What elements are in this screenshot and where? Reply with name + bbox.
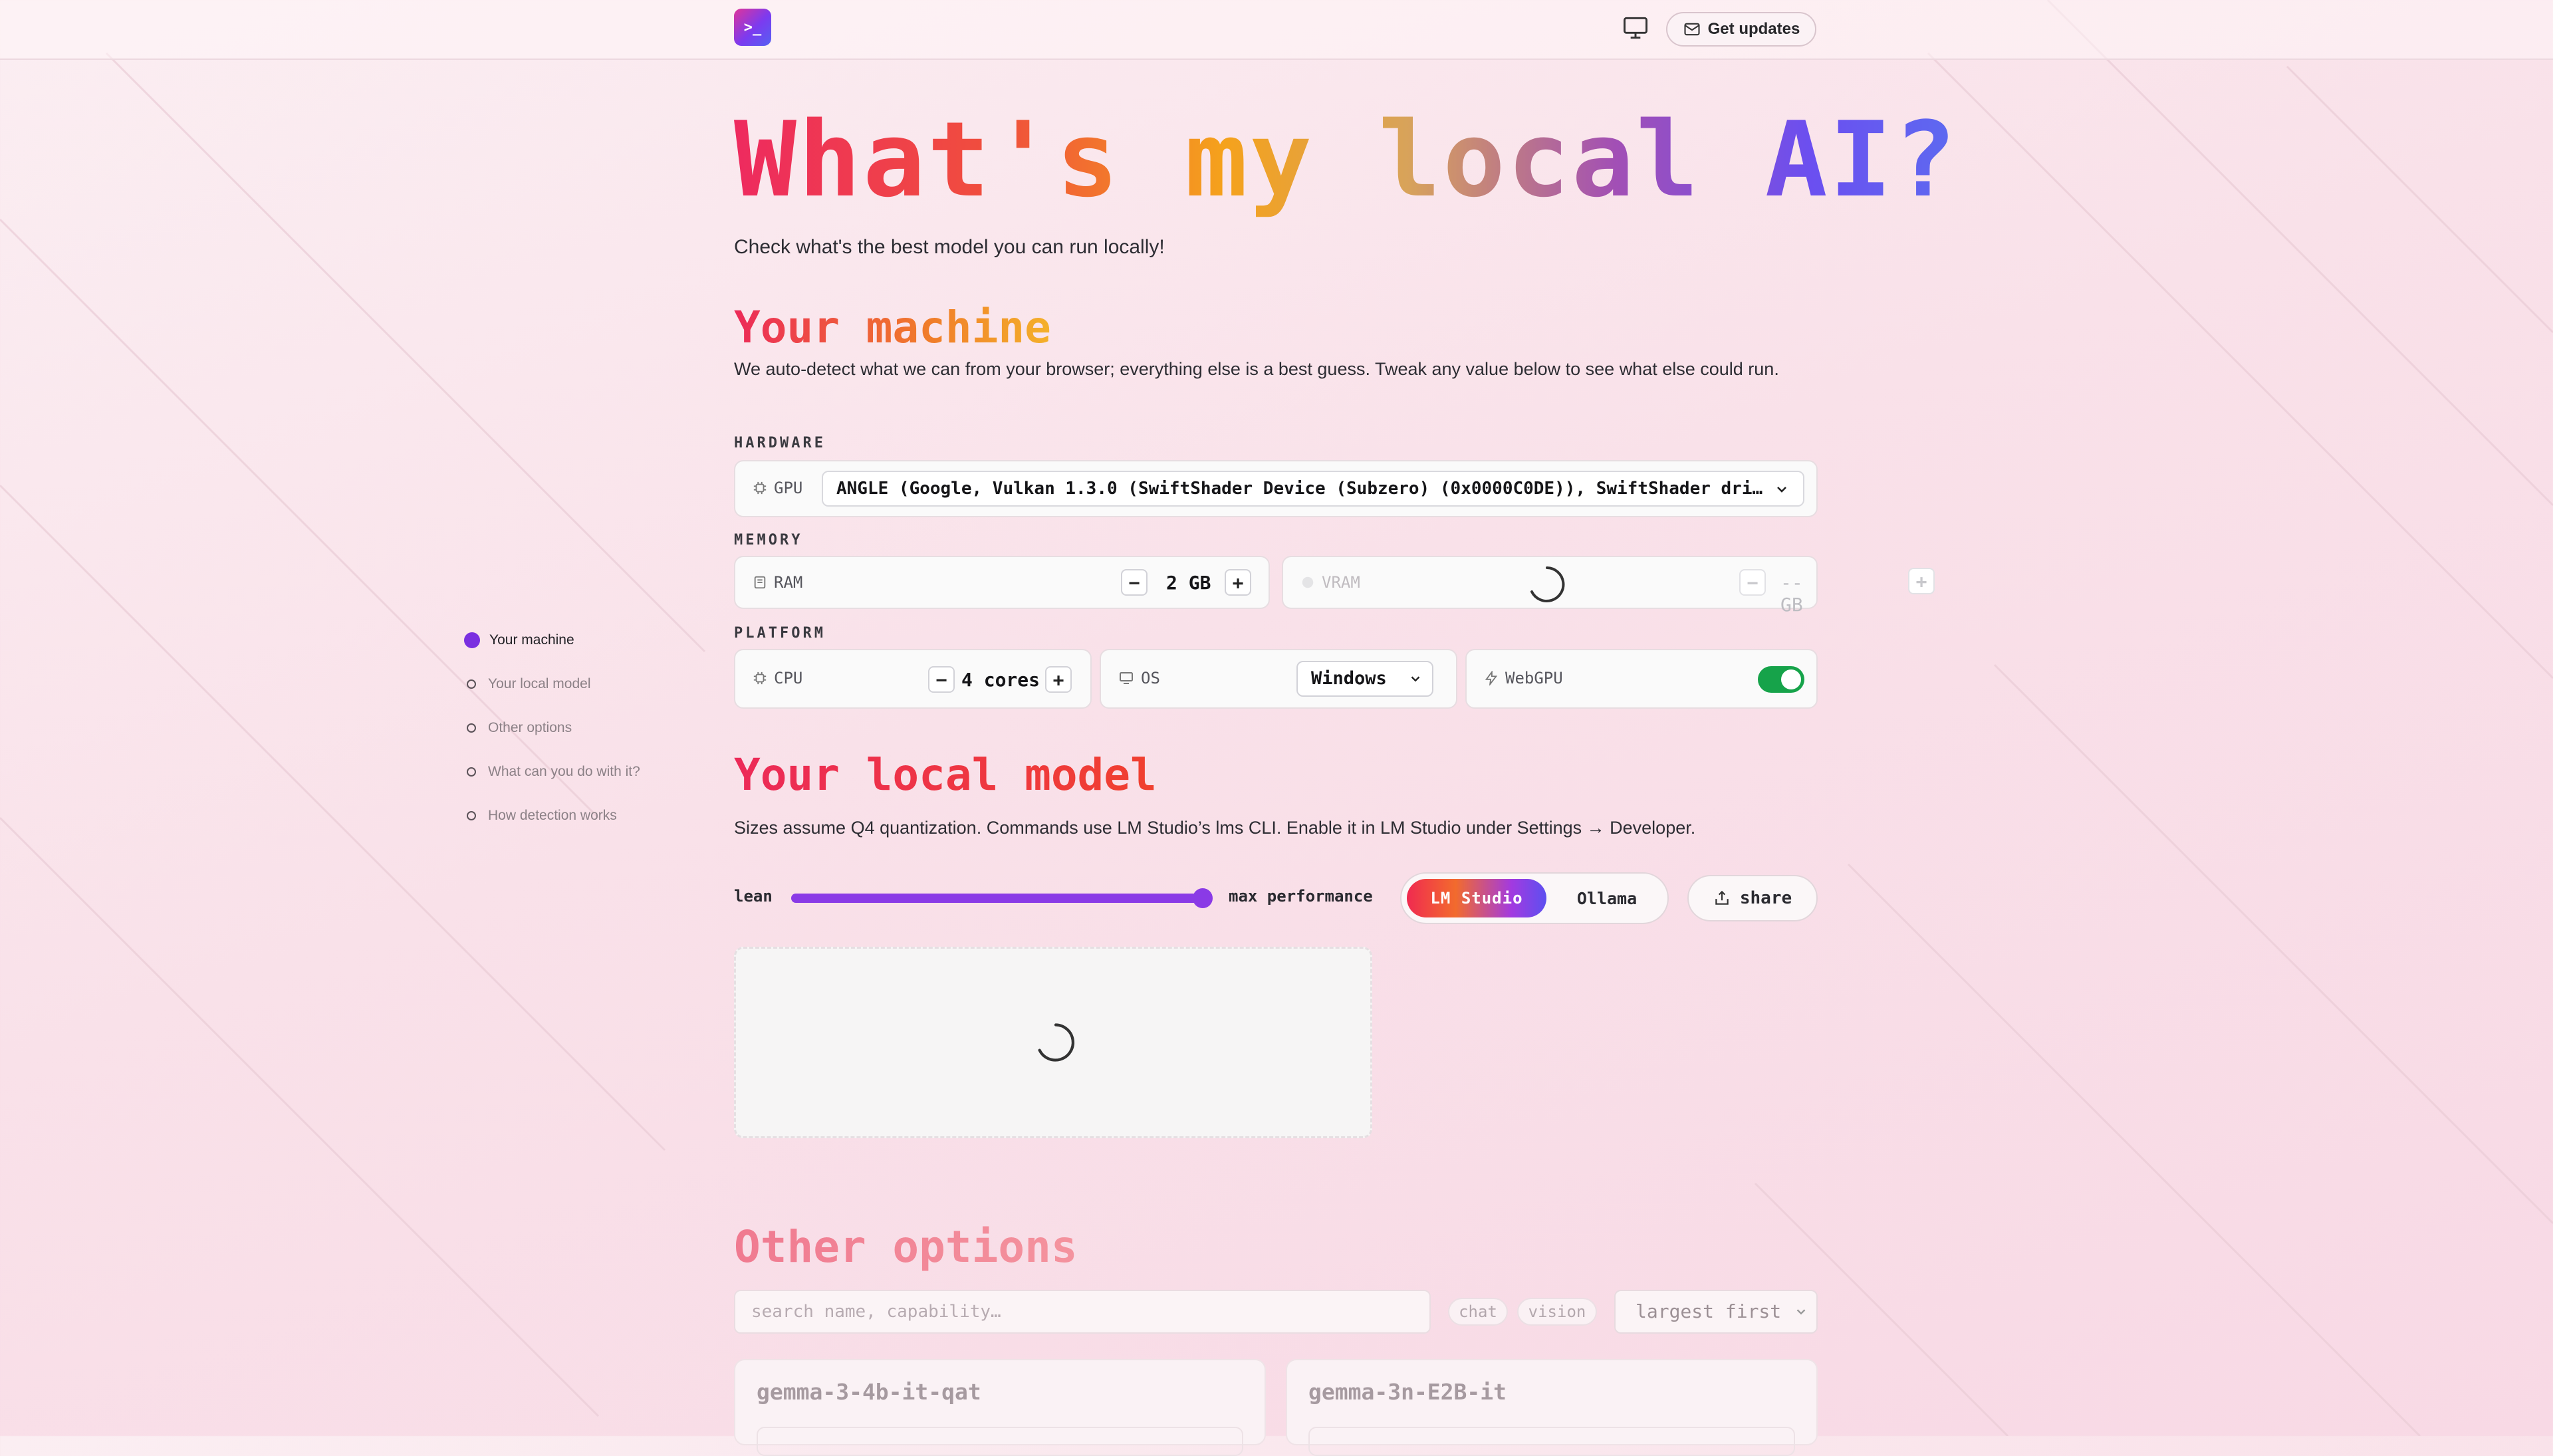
memory-label: MEMORY <box>734 532 803 548</box>
platform-label: PLATFORM <box>734 625 826 642</box>
gpu-select[interactable]: ANGLE (Google, Vulkan 1.3.0 (SwiftShader… <box>822 471 1804 507</box>
performance-slider-track[interactable] <box>791 894 1205 903</box>
slider-max-label: max performance <box>1229 887 1373 906</box>
runtime-option-ollama[interactable]: Ollama <box>1564 879 1650 917</box>
nav-label: How detection works <box>488 808 617 823</box>
model-result-card <box>734 947 1372 1138</box>
nav-label: Other options <box>488 720 572 735</box>
cpu-value: 4 cores <box>961 669 1040 691</box>
ram-increment-button[interactable]: + <box>1225 569 1251 596</box>
cpu-increment-button[interactable]: + <box>1045 666 1072 693</box>
chevron-down-icon <box>1411 676 1420 682</box>
logo[interactable]: >_ <box>734 9 771 46</box>
webgpu-toggle[interactable] <box>1758 666 1804 693</box>
chevron-down-icon <box>1777 487 1786 493</box>
os-select[interactable]: Windows <box>1296 661 1433 697</box>
nav-item-your-local-model[interactable]: Your local model <box>464 662 640 706</box>
loading-spinner-icon <box>1530 566 1565 602</box>
os-field-label: OS <box>1118 669 1160 687</box>
page-title: What's my local AI? <box>734 99 1959 220</box>
nav-label: Your machine <box>489 632 574 648</box>
os-card: OS Windows <box>1100 649 1457 709</box>
sort-value: largest first <box>1636 1300 1782 1322</box>
vram-field-label: VRAM <box>1300 573 1360 592</box>
machine-description: We auto-detect what we can from your bro… <box>734 359 1779 379</box>
nav-dot <box>467 723 476 733</box>
model-card-inner <box>1308 1427 1795 1456</box>
nav-item-other-options[interactable]: Other options <box>464 706 640 750</box>
nav-item-your-machine[interactable]: Your machine <box>464 618 640 662</box>
get-updates-button[interactable]: Get updates <box>1666 12 1816 47</box>
share-label: share <box>1739 888 1792 908</box>
chevron-down-icon <box>1796 1309 1806 1315</box>
section-nav: Your machine Your local model Other opti… <box>464 618 640 838</box>
nav-label: Your local model <box>488 676 591 691</box>
gpu-value: ANGLE (Google, Vulkan 1.3.0 (SwiftShader… <box>836 479 1794 499</box>
loading-spinner-icon <box>1038 1023 1075 1062</box>
share-icon <box>1715 890 1729 905</box>
hardware-label: HARDWARE <box>734 435 826 451</box>
bolt-icon <box>1485 671 1498 685</box>
vram-decrement-button[interactable]: − <box>1739 569 1766 596</box>
os-value: Windows <box>1311 668 1387 689</box>
nav-item-what-can-you-do[interactable]: What can you do with it? <box>464 750 640 794</box>
cpu-icon <box>753 671 767 685</box>
cpu-decrement-button[interactable]: − <box>928 666 955 693</box>
vram-card: VRAM − -- GB <box>1282 556 1818 616</box>
section-title-other-options: Other options <box>734 1221 1078 1273</box>
vram-value: -- GB <box>1780 572 1803 616</box>
model-description: Sizes assume Q4 quantization. Commands u… <box>734 818 1696 838</box>
model-card[interactable]: gemma-3n-E2B-it <box>1286 1359 1818 1456</box>
top-bar: >_ Get updates <box>0 0 2553 60</box>
gpu-field-label: GPU <box>753 479 802 497</box>
nav-dot <box>467 811 476 820</box>
gpu-label: GPU <box>774 479 803 497</box>
model-name: gemma-3-4b-it-qat <box>757 1379 981 1405</box>
webgpu-label: WebGPU <box>1505 669 1563 687</box>
mail-icon <box>1684 23 1700 36</box>
monitor-icon <box>1120 672 1133 684</box>
section-title-your-local-model: Your local model <box>734 749 1157 800</box>
section-title-your-machine: Your machine <box>734 302 1051 353</box>
model-card-inner <box>757 1427 1243 1456</box>
nav-dot <box>467 679 476 689</box>
model-name: gemma-3n-E2B-it <box>1308 1379 1507 1405</box>
share-button[interactable]: share <box>1687 875 1818 921</box>
slider-min-label: lean <box>734 887 773 906</box>
cpu-field-label: CPU <box>753 669 802 687</box>
chip-icon <box>1302 576 1314 588</box>
model-card[interactable]: gemma-3-4b-it-qat <box>734 1359 1266 1456</box>
ram-value: 2 GB <box>1166 572 1211 594</box>
runtime-toggle: LM Studio Ollama <box>1400 872 1669 924</box>
filter-chip-chat[interactable]: chat <box>1448 1298 1508 1326</box>
monitor-icon <box>1624 17 1647 39</box>
filter-chip-vision[interactable]: vision <box>1517 1298 1597 1326</box>
webgpu-card: WebGPU <box>1465 649 1818 709</box>
os-label: OS <box>1141 669 1160 687</box>
performance-slider-thumb[interactable] <box>1193 888 1213 908</box>
chip-icon <box>753 481 767 495</box>
cpu-label: CPU <box>774 669 803 687</box>
nav-dot <box>467 767 476 777</box>
ram-field-label: RAM <box>753 573 802 592</box>
vram-label: VRAM <box>1322 573 1360 592</box>
page-subtitle: Check what's the best model you can run … <box>734 236 1165 258</box>
nav-label: What can you do with it? <box>488 764 640 779</box>
gpu-card: GPU ANGLE (Google, Vulkan 1.3.0 (SwiftSh… <box>734 460 1818 517</box>
vram-increment-button[interactable]: + <box>1908 568 1935 594</box>
webgpu-field-label: WebGPU <box>1484 669 1563 687</box>
sort-select[interactable]: largest first <box>1614 1290 1818 1334</box>
get-updates-label: Get updates <box>1707 20 1800 38</box>
nav-item-how-detection-works[interactable]: How detection works <box>464 794 640 838</box>
nav-active-dot <box>464 632 480 648</box>
cpu-card: CPU − 4 cores + <box>734 649 1092 709</box>
memory-icon <box>754 576 766 589</box>
display-mode-button[interactable] <box>1621 13 1650 43</box>
ram-card: RAM − 2 GB + <box>734 556 1270 609</box>
runtime-option-lm-studio[interactable]: LM Studio <box>1407 879 1546 917</box>
ram-decrement-button[interactable]: − <box>1121 569 1148 596</box>
model-search-input[interactable]: search name, capability… <box>734 1290 1431 1334</box>
ram-label: RAM <box>774 573 803 592</box>
